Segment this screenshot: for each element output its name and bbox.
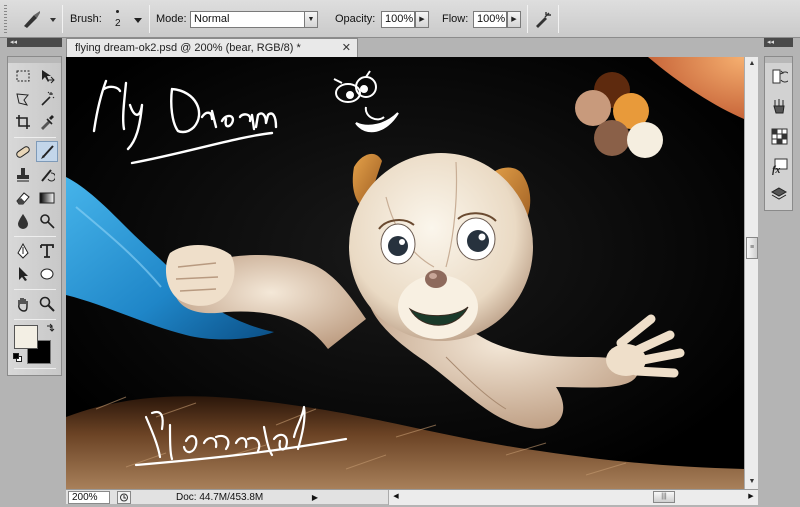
tools-panel-header[interactable] xyxy=(8,57,61,63)
actions-icon[interactable] xyxy=(770,97,789,116)
default-colors-icon[interactable] xyxy=(13,353,22,362)
hand-tool[interactable] xyxy=(12,293,34,314)
document-title: flying dream-ok2.psd @ 200% (bear, RGB/8… xyxy=(75,42,301,54)
layers-icon[interactable] xyxy=(770,185,789,204)
pen-tool[interactable] xyxy=(12,240,34,261)
pen-nib-icon xyxy=(17,242,29,259)
flow-input[interactable]: 100% xyxy=(473,11,507,28)
band-aid-icon xyxy=(16,145,30,158)
scroll-right-arrow[interactable]: ▶ xyxy=(744,490,758,504)
scroll-up-arrow[interactable]: ▲ xyxy=(745,57,759,71)
options-bar-grip[interactable] xyxy=(4,5,7,33)
magic-wand-icon xyxy=(41,91,55,106)
hand-icon xyxy=(18,297,28,312)
tools-divider xyxy=(14,319,56,320)
eyedropper-icon xyxy=(41,114,54,130)
gradient-icon xyxy=(39,192,55,203)
rectangular-marquee-icon xyxy=(16,70,30,81)
document-size-info: Doc: 44.7M/453.8M xyxy=(176,492,264,503)
eraser-icon xyxy=(16,191,30,204)
brush-label: Brush: xyxy=(70,13,102,25)
brush-tool[interactable] xyxy=(36,141,58,162)
ellipse-icon xyxy=(40,268,54,279)
history-brush-tool[interactable] xyxy=(36,164,58,185)
brush-size-value: 2 xyxy=(115,18,121,29)
scroll-left-arrow[interactable]: ◀ xyxy=(389,490,403,504)
tools-divider xyxy=(14,137,56,138)
move-icon xyxy=(42,69,55,83)
options-bar: Brush: 2 Mode: Normal ▼ Opacity: 100% ▶ … xyxy=(0,0,800,38)
flow-slider-button[interactable]: ▶ xyxy=(507,11,521,28)
airbrush-icon xyxy=(536,12,551,28)
dodge-icon xyxy=(40,213,55,229)
magic-wand-tool[interactable] xyxy=(36,88,58,109)
dock-header[interactable] xyxy=(765,57,792,63)
document-canvas[interactable] xyxy=(66,57,744,489)
styles-fx-icon[interactable]: fx xyxy=(770,157,789,176)
panel-dock: fx xyxy=(764,56,793,211)
opacity-label: Opacity: xyxy=(335,13,376,25)
eraser-tool[interactable] xyxy=(12,187,34,208)
tools-divider xyxy=(14,236,56,237)
clone-stamp-tool[interactable] xyxy=(12,164,34,185)
status-info-arrow[interactable]: ▶ xyxy=(310,492,320,503)
healing-brush-tool[interactable] xyxy=(12,141,34,162)
status-bar: 200% Doc: 44.7M/453.8M ▶ ◀ ||| ▶ xyxy=(66,489,758,505)
opacity-input[interactable]: 100% xyxy=(381,11,415,28)
paintbrush-icon xyxy=(41,144,54,159)
horizontal-scroll-thumb[interactable]: ||| xyxy=(653,491,675,503)
tools-collapse-strip[interactable]: ◂◂ xyxy=(7,38,62,47)
eyedropper-tool[interactable] xyxy=(36,111,58,132)
shape-tool[interactable] xyxy=(36,263,58,284)
tools-divider xyxy=(14,289,56,290)
artwork xyxy=(66,57,744,489)
brush-icon xyxy=(24,11,56,28)
opacity-slider-button[interactable]: ▶ xyxy=(415,11,429,28)
zoom-tool[interactable] xyxy=(36,293,58,314)
brush-picker[interactable]: 2 xyxy=(105,6,145,32)
document-tab[interactable]: flying dream-ok2.psd @ 200% (bear, RGB/8… xyxy=(66,38,358,57)
type-t-icon xyxy=(40,243,54,258)
brush-tip-icon xyxy=(116,10,119,13)
path-selection-tool[interactable] xyxy=(12,263,34,284)
close-icon[interactable]: ✕ xyxy=(342,39,351,57)
tools-divider xyxy=(14,368,56,369)
crop-tool[interactable] xyxy=(12,111,34,132)
mode-label: Mode: xyxy=(156,13,187,25)
vertical-scroll-thumb[interactable]: ≡ xyxy=(746,237,758,259)
status-menu-icon[interactable] xyxy=(117,491,131,504)
move-tool[interactable] xyxy=(36,65,58,86)
mode-select[interactable]: Normal ▼ xyxy=(190,11,318,28)
history-brush-icon xyxy=(41,168,55,182)
mode-select-value: Normal xyxy=(194,13,230,25)
crop-icon xyxy=(16,114,30,129)
stamp-icon xyxy=(17,167,29,182)
tool-preset-picker[interactable] xyxy=(18,8,60,30)
arrow-cursor-icon xyxy=(19,266,28,281)
airbrush-toggle[interactable] xyxy=(533,9,553,29)
mode-dropdown-arrow[interactable]: ▼ xyxy=(304,11,318,28)
marquee-tool[interactable] xyxy=(12,65,34,86)
blur-tool[interactable] xyxy=(12,210,34,231)
zoom-level-input[interactable]: 200% xyxy=(68,491,110,504)
polygonal-lasso-icon xyxy=(16,92,29,106)
dock-collapse-strip[interactable]: ◂◂ xyxy=(764,38,793,47)
vertical-scrollbar[interactable]: ▲ ≡ ▼ xyxy=(744,57,758,489)
foreground-color-swatch[interactable] xyxy=(14,325,38,349)
magnifier-icon xyxy=(39,296,55,312)
scroll-down-arrow[interactable]: ▼ xyxy=(745,475,759,489)
gradient-tool[interactable] xyxy=(36,187,58,208)
dodge-tool[interactable] xyxy=(36,210,58,231)
svg-text:fx: fx xyxy=(772,165,780,175)
horizontal-scrollbar[interactable]: ◀ ||| ▶ xyxy=(388,490,758,505)
type-tool[interactable] xyxy=(36,240,58,261)
lasso-tool[interactable] xyxy=(12,88,34,109)
tools-panel xyxy=(7,56,62,376)
history-icon[interactable] xyxy=(770,67,789,86)
chevron-down-icon xyxy=(134,18,142,23)
swatches-icon[interactable] xyxy=(770,127,789,146)
blur-drop-icon xyxy=(18,213,28,229)
flow-label: Flow: xyxy=(442,13,469,25)
swap-colors-icon[interactable] xyxy=(45,323,55,333)
